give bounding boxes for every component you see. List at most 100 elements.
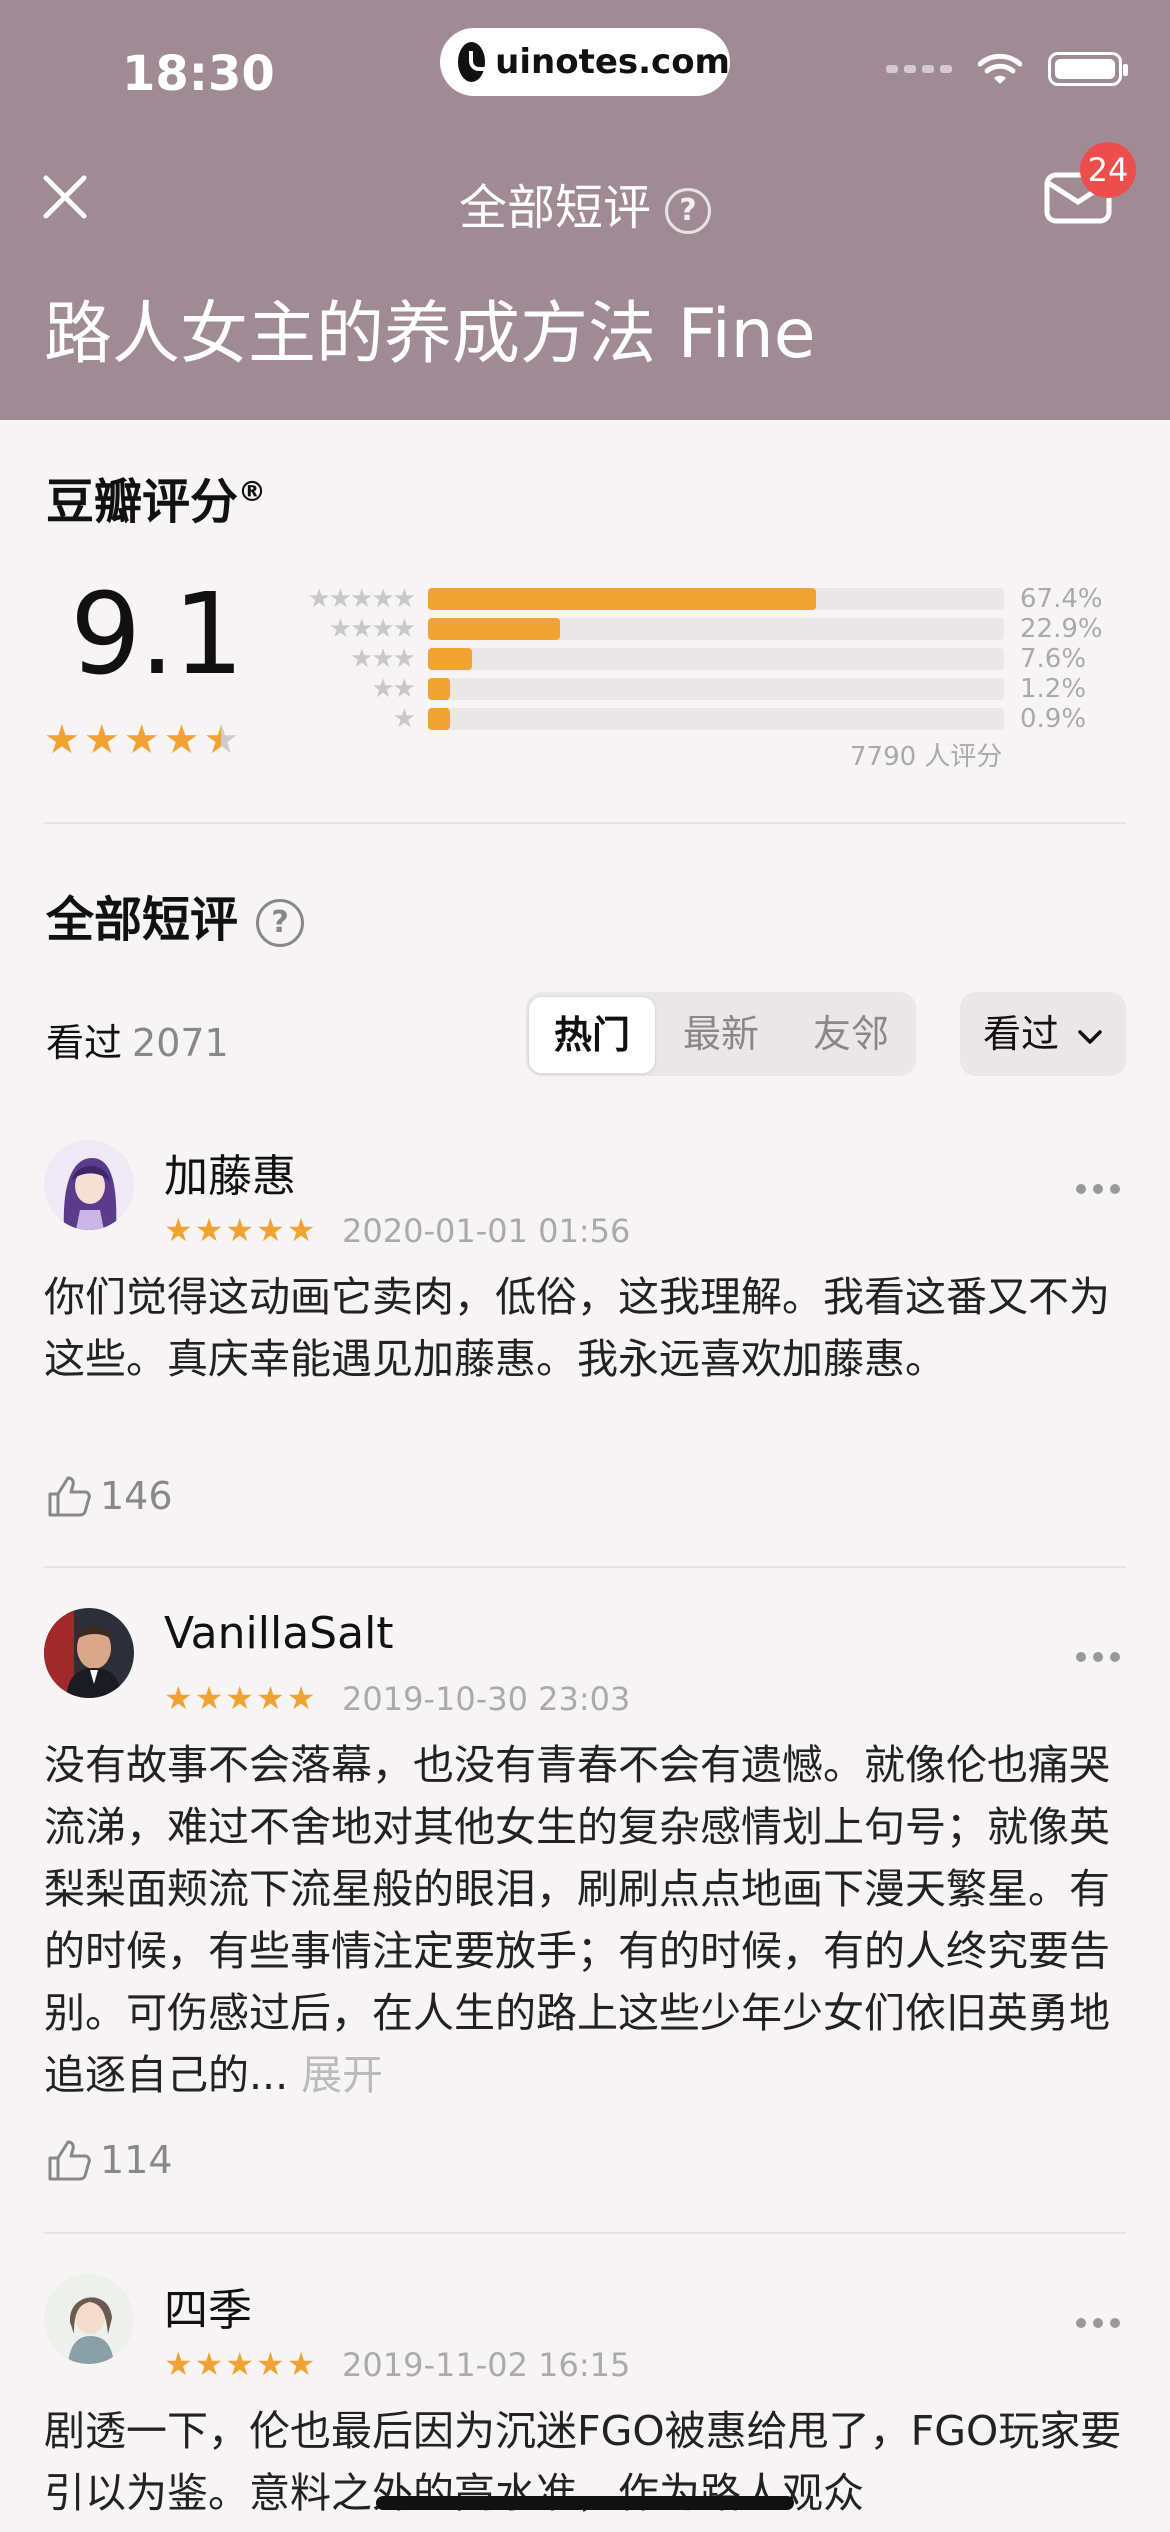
star-icon: ★ [83,717,120,763]
registered-mark: ® [238,475,267,508]
distribution-percent: 7.6% [1020,644,1087,674]
expand-link[interactable]: 展开 [301,2051,383,2099]
star-icon: ★ [256,1211,285,1249]
star-icon: ★ [164,2345,193,2383]
distribution-percent: 22.9% [1020,614,1103,644]
home-indicator[interactable] [376,2496,794,2510]
star-icon: ★ [194,1211,224,1249]
nav-title: 全部短评? [0,168,1170,238]
review-text: 你们觉得这动画它卖肉，低俗，这我理解。我看这番又不为这些。真庆幸能遇见加藤惠。我… [44,1266,1134,1390]
review-text: 没有故事不会落幕，也没有青春不会有遗憾。就像伦也痛哭流涕，难过不舍地对其他女生的… [44,1734,1134,2106]
battery-icon [1048,52,1128,86]
distribution-bar-track [428,588,1004,610]
url-text: uinotes.com [495,42,730,82]
distribution-bar [428,708,450,730]
star-icon: ★ [256,1679,285,1717]
review-time: 2019-10-30 23:03 [342,1680,631,1718]
like-button[interactable]: 146 [46,1474,173,1518]
distribution-star-icon: ★★ [371,674,416,704]
review-text-body: 没有故事不会落幕，也没有青春不会有遗憾。就像伦也痛哭流涕，难过不舍地对其他女生的… [44,1741,1110,2099]
tab-hot[interactable]: 热门 [528,996,656,1074]
review-time: 2019-11-02 16:15 [342,2346,631,2384]
distribution-bar-track [428,648,1004,670]
wifi-icon [978,53,1022,84]
rating-title-text: 豆瓣评分 [46,474,239,530]
distribution-bar [428,618,560,640]
header: 18:30 uinotes.com 全部短评? 24 路人女主的养成方法 Fin… [0,0,1170,420]
signal-icon [886,65,952,73]
half-star-icon: ★ [203,717,240,763]
star-icon: ★ [164,1679,193,1717]
sort-segmented-control: 热门 最新 友邻 [526,992,916,1076]
more-icon[interactable] [1076,1184,1120,1194]
rating-distribution-row: ★★★★ 22.9% [278,614,1103,644]
star-icon: ★ [225,1679,255,1717]
star-icon: ★ [286,1679,316,1717]
distribution-bar [428,588,817,610]
divider [44,2232,1126,2234]
like-count: 114 [100,2138,173,2182]
distribution-bar-track [428,678,1004,700]
reviewer-name[interactable]: 加藤惠 [164,1140,296,1204]
site-logo-icon [458,42,494,82]
distribution-star-icon: ★★★★ [328,614,416,644]
rating-score: 9.1 [70,570,244,700]
notification-badge: 24 [1080,142,1136,198]
distribution-bar-track [428,618,1004,640]
help-icon[interactable]: ? [665,188,711,234]
more-icon[interactable] [1076,2318,1120,2328]
divider [44,1566,1126,1568]
help-icon[interactable]: ? [256,899,305,947]
divider [44,822,1126,824]
distribution-bar [428,678,450,700]
star-icon: ★ [194,2345,224,2383]
url-pill: uinotes.com [440,28,730,96]
avatar[interactable] [44,1608,134,1698]
star-icon: ★ [44,717,80,763]
avatar[interactable] [44,2274,134,2364]
chevron-down-icon [1078,1029,1102,1044]
rating-stars: ★ ★ ★ ★ ★ [44,720,239,760]
reviews-title-text: 全部短评 [46,892,239,948]
distribution-star-icon: ★★★ [350,644,416,674]
tab-latest[interactable]: 最新 [656,992,786,1076]
review-stars: ★ ★ ★ ★ ★ [164,2348,315,2380]
star-icon: ★ [225,1211,255,1249]
review-stars: ★ ★ ★ ★ ★ [164,1682,315,1714]
star-icon: ★ [123,717,160,763]
reviewer-name[interactable]: VanillaSalt [164,1608,394,1659]
reviews-section-title: 全部短评? [46,880,305,950]
more-icon[interactable] [1076,1652,1120,1662]
rating-distribution-row: ★ 0.9% [278,704,1086,734]
distribution-star-icon: ★ [392,704,416,734]
rating-section-title: 豆瓣评分® [46,462,266,532]
movie-title: 路人女主的养成方法 Fine [44,295,816,374]
star-icon: ★ [256,2345,285,2383]
nav-title-text: 全部短评 [458,180,651,236]
status-time: 18:30 [122,46,275,102]
watched-count: 2071 [132,1021,229,1065]
rating-count: 7790 人评分 [850,742,1003,772]
thumbs-up-icon [48,2140,91,2181]
rating-distribution-row: ★★ 1.2% [278,674,1086,704]
distribution-percent: 0.9% [1020,704,1087,734]
star-icon: ★ [163,717,200,763]
status-icons [886,52,1128,86]
star-icon: ★ [164,1211,193,1249]
distribution-percent: 67.4% [1020,584,1103,614]
distribution-bar [428,648,472,670]
distribution-percent: 1.2% [1020,674,1087,704]
star-icon: ★ [286,2345,316,2383]
watched-filter-dropdown[interactable]: 看过 [960,992,1126,1076]
review-text-body: 你们觉得这动画它卖肉，低俗，这我理解。我看这番又不为这些。真庆幸能遇见加藤惠。我… [44,1273,1110,1383]
watched-label-text: 看过 [46,1021,123,1065]
rating-distribution-row: ★★★ 7.6% [278,644,1086,674]
star-icon: ★ [286,1211,316,1249]
like-button[interactable]: 114 [46,2138,173,2182]
like-count: 146 [100,1474,173,1518]
avatar[interactable] [44,1140,134,1230]
tab-friends[interactable]: 友邻 [786,992,916,1076]
thumbs-up-icon [48,1476,91,1517]
reviewer-name[interactable]: 四季 [164,2274,252,2338]
star-icon: ★ [225,2345,255,2383]
